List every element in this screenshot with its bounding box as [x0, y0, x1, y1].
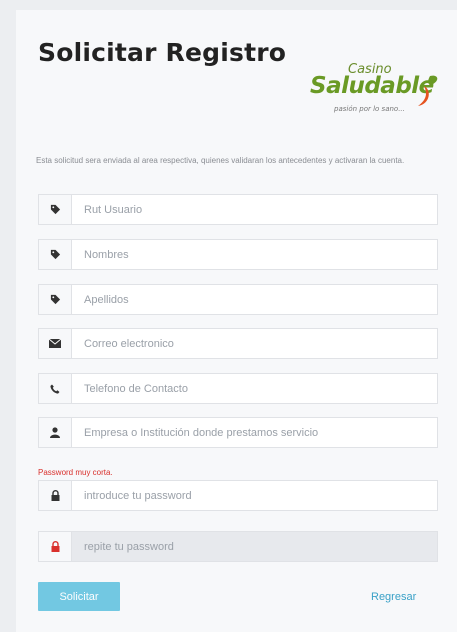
email-input[interactable] [72, 329, 437, 358]
tag-icon [39, 240, 72, 269]
submit-button[interactable]: Solicitar [38, 582, 120, 611]
phone-icon [39, 374, 72, 403]
apellidos-field [38, 284, 438, 315]
tag-icon [39, 195, 72, 224]
casino-saludable-logo: Casino Saludable pasión por lo sano... [308, 62, 444, 124]
repeat-password-field [38, 531, 438, 562]
envelope-icon [39, 329, 72, 358]
nombres-input[interactable] [72, 240, 437, 269]
lock-icon [39, 481, 72, 510]
company-input[interactable] [72, 418, 437, 447]
apellidos-input[interactable] [72, 285, 437, 314]
back-link[interactable]: Regresar [371, 591, 416, 603]
lock-icon [39, 532, 72, 561]
rut-input[interactable] [72, 195, 437, 224]
password-error-text: Password muy corta. [38, 468, 113, 477]
info-text: Esta solicitud sera enviada al area resp… [36, 156, 405, 165]
logo-tagline: pasión por lo sano... [334, 105, 405, 113]
rut-field [38, 194, 438, 225]
password-input[interactable] [72, 481, 437, 510]
password-field [38, 480, 438, 511]
nombres-field [38, 239, 438, 270]
email-field [38, 328, 438, 359]
user-icon [39, 418, 72, 447]
repeat-password-input[interactable] [72, 532, 437, 561]
tag-icon [39, 285, 72, 314]
leaf-icon [418, 75, 438, 106]
phone-input[interactable] [72, 374, 437, 403]
registration-card: Solicitar Registro Casino Saludable pasi… [16, 10, 457, 632]
company-field [38, 417, 438, 448]
phone-field [38, 373, 438, 404]
page-title: Solicitar Registro [38, 38, 287, 67]
